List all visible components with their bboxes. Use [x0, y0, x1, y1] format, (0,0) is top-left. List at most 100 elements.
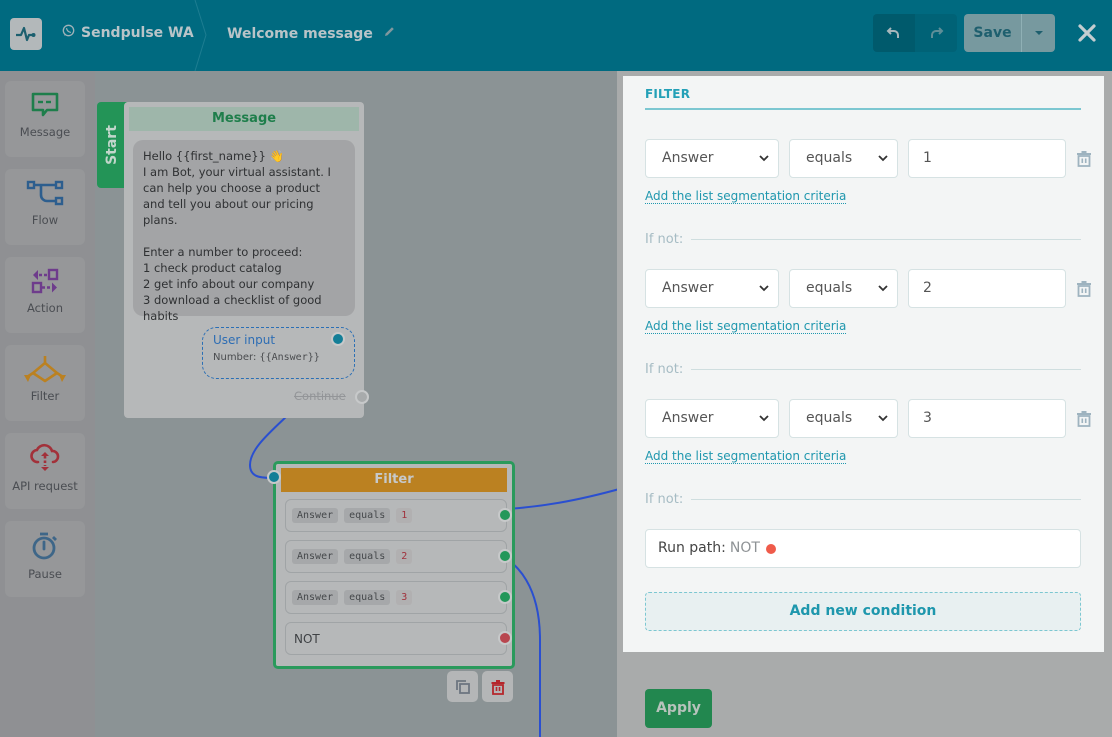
user-input-block[interactable]: User input Number: {{Answer}} — [202, 327, 355, 379]
trash-icon[interactable] — [1076, 280, 1092, 297]
filter-row-output-port[interactable] — [498, 508, 512, 522]
filter-row[interactable]: Answer equals 2 — [285, 540, 512, 573]
value-input[interactable]: 3 — [908, 399, 1066, 438]
filter-value-chip: 3 — [396, 590, 413, 605]
panel-title: FILTER — [645, 87, 691, 101]
palette-item-label: Pause — [28, 567, 62, 581]
chevron-down-icon — [878, 155, 888, 162]
filter-row-output-port[interactable] — [498, 549, 512, 563]
operator-select[interactable]: equals — [789, 399, 898, 438]
cloud-api-icon — [30, 443, 60, 471]
operator-select[interactable]: equals — [789, 269, 898, 308]
chevron-down-icon — [759, 155, 769, 162]
filter-field-chip: Answer — [292, 590, 339, 605]
palette-item-flow[interactable]: Flow — [5, 169, 85, 245]
close-icon — [1078, 24, 1096, 42]
delete-node-button[interactable] — [482, 671, 513, 702]
if-not-divider: If not: — [645, 491, 1081, 507]
add-condition-button[interactable]: Add new condition — [645, 592, 1081, 631]
palette-item-label: API request — [12, 479, 78, 493]
filter-else-label: NOT — [294, 631, 320, 646]
filter-operator-chip: equals — [344, 508, 391, 523]
flow-title-label: Welcome message — [227, 25, 373, 42]
redo-icon — [931, 27, 944, 38]
field-select[interactable]: Answer — [645, 269, 779, 308]
duplicate-node-button[interactable] — [447, 671, 478, 702]
filter-icon — [24, 356, 66, 383]
undo-button[interactable] — [873, 14, 915, 52]
continue-label: Continue — [294, 389, 346, 403]
trash-icon[interactable] — [1076, 150, 1092, 167]
save-group: Save — [964, 14, 1055, 52]
filter-else-output-port[interactable] — [498, 631, 512, 645]
trash-icon[interactable] — [1076, 410, 1092, 427]
chevron-down-icon — [759, 415, 769, 422]
if-not-divider: If not: — [645, 361, 1081, 377]
user-input-variable: Number: {{Answer}} — [213, 352, 320, 363]
save-options-button[interactable] — [1022, 14, 1055, 52]
palette-item-pause[interactable]: Pause — [5, 521, 85, 597]
filter-row-output-port[interactable] — [498, 590, 512, 604]
stopwatch-icon — [32, 532, 57, 560]
add-segmentation-link[interactable]: Add the list segmentation criteria — [645, 319, 847, 334]
run-path-value: NOT — [729, 540, 760, 556]
user-input-output-port[interactable] — [331, 332, 345, 346]
bot-name[interactable]: Sendpulse WA — [62, 24, 194, 41]
filter-row-else[interactable]: NOT — [285, 622, 512, 655]
action-icon — [31, 268, 59, 294]
field-select[interactable]: Answer — [645, 139, 779, 178]
message-bubble: Hello {{first_name}} 👋 I am Bot, your vi… — [133, 140, 355, 323]
filter-value-chip: 1 — [396, 508, 413, 523]
block-palette: Message Flow Action Filter API request P… — [0, 71, 95, 737]
palette-item-label: Flow — [31, 213, 59, 227]
filter-operator-chip: equals — [344, 590, 391, 605]
palette-item-api-request[interactable]: API request — [5, 433, 85, 509]
add-segmentation-link[interactable]: Add the list segmentation criteria — [645, 189, 847, 204]
start-label: Start — [104, 125, 121, 165]
flow-icon — [26, 180, 64, 206]
palette-item-label: Message — [19, 125, 71, 139]
history-controls — [873, 14, 957, 52]
palette-item-action[interactable]: Action — [5, 257, 85, 333]
if-not-divider: If not: — [645, 231, 1081, 247]
redo-button[interactable] — [915, 14, 957, 52]
whatsapp-icon — [62, 24, 75, 41]
user-input-title: User input — [213, 333, 276, 347]
bot-name-label: Sendpulse WA — [81, 24, 194, 41]
operator-select[interactable]: equals — [789, 139, 898, 178]
value-input[interactable]: 1 — [908, 139, 1066, 178]
message-icon — [31, 92, 59, 117]
pulse-logo-icon[interactable] — [10, 18, 42, 50]
save-button[interactable]: Save — [964, 14, 1022, 52]
run-path-field[interactable]: Run path: NOT — [645, 529, 1081, 568]
value-input[interactable]: 2 — [908, 269, 1066, 308]
trash-icon — [491, 679, 504, 695]
caret-down-icon — [1034, 31, 1043, 35]
run-path-label: Run path: — [658, 540, 726, 556]
pencil-icon[interactable] — [383, 25, 396, 42]
palette-item-label: Filter — [30, 389, 60, 403]
close-button[interactable] — [1074, 20, 1100, 46]
continue-output-port[interactable] — [355, 390, 369, 404]
palette-item-message[interactable]: Message — [5, 81, 85, 157]
apply-button[interactable]: Apply — [645, 689, 712, 728]
filter-field-chip: Answer — [292, 549, 339, 564]
filter-field-chip: Answer — [292, 508, 339, 523]
filter-node[interactable]: Filter Answer equals 1 Answer equals 2 A… — [267, 461, 515, 669]
status-dot-icon — [765, 543, 776, 554]
node-actions — [447, 671, 513, 702]
palette-item-label: Action — [26, 301, 64, 315]
message-node[interactable]: Message Hello {{first_name}} 👋 I am Bot,… — [124, 102, 369, 418]
filter-row[interactable]: Answer equals 3 — [285, 581, 512, 614]
palette-item-filter[interactable]: Filter — [5, 345, 85, 421]
filter-row[interactable]: Answer equals 1 — [285, 499, 512, 532]
filter-settings-panel: FILTER Answer equals 1 Add the list segm… — [623, 76, 1104, 652]
filter-input-port[interactable] — [267, 470, 281, 484]
chevron-down-icon — [878, 285, 888, 292]
chevron-down-icon — [878, 415, 888, 422]
field-select[interactable]: Answer — [645, 399, 779, 438]
add-segmentation-link[interactable]: Add the list segmentation criteria — [645, 449, 847, 464]
flow-title[interactable]: Welcome message — [227, 25, 396, 42]
message-node-title: Message — [129, 107, 359, 131]
filter-node-title: Filter — [281, 468, 507, 492]
